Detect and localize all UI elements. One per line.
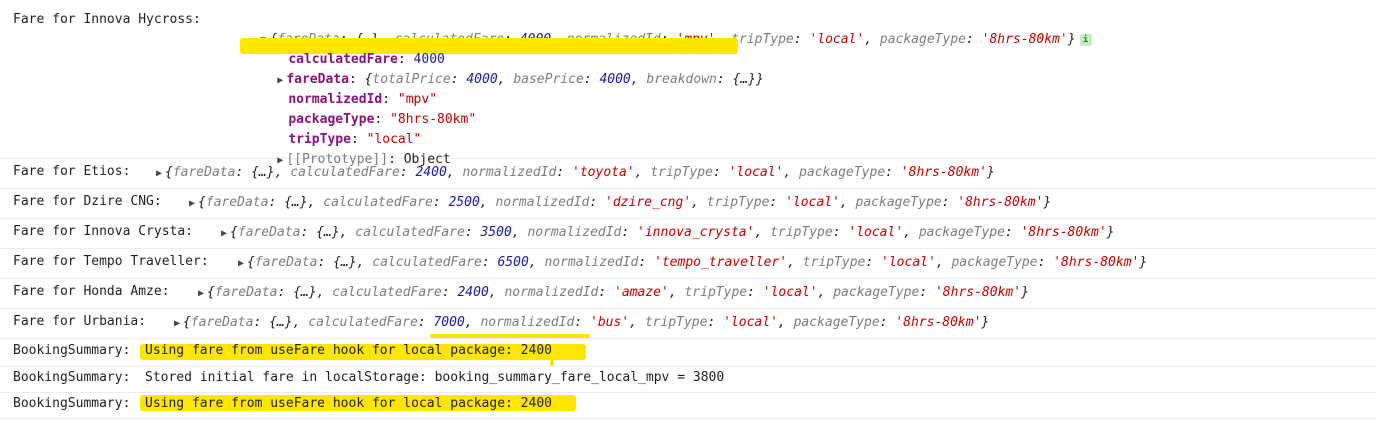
log-prefix: Fare for Innova Hycross: [13,12,209,27]
console-entry-fare: Fare for Innova Crysta: ▶ {fareData: {…},… [0,218,1376,249]
caret-right-icon[interactable]: ▶ [171,315,183,333]
caret-right-icon[interactable]: ▶ [153,165,165,183]
object-summary[interactable]: ▶ {fareData: {…}, calculatedFare: 3500, n… [218,224,1115,243]
console-entry-fare: Fare for Urbania: ▶ {fareData: {…}, calcu… [0,308,1376,339]
console-entry-booking: BookingSummary: Stored initial fare in l… [0,366,1376,393]
console-entry-innova-hycross: Fare for Innova Hycross: ▼{fareData: {…}… [0,0,1376,167]
caret-right-icon[interactable]: ▶ [235,255,247,273]
caret-right-icon[interactable]: ▶ [218,225,230,243]
info-icon[interactable]: i [1079,33,1092,46]
console-entry-fare: Fare for Dzire CNG: ▶ {fareData: {…}, cal… [0,188,1376,219]
log-prefix: BookingSummary: [13,396,139,411]
log-prefix: BookingSummary: [13,370,139,385]
console-entry-fare: Fare for Tempo Traveller: ▶ {fareData: {…… [0,248,1376,279]
console-entry-booking: BookingSummary: Using fare from useFare … [0,392,1376,419]
console-entry-fare: Fare for Honda Amze: ▶ {fareData: {…}, ca… [0,278,1376,309]
log-prefix: Fare for Honda Amze: [13,284,178,299]
log-message: Stored initial fare in localStorage: boo… [145,370,725,385]
log-prefix: Fare for Innova Crysta: [13,224,201,239]
log-prefix: Fare for Urbania: [13,314,154,329]
object-summary[interactable]: ▶ {fareData: {…}, calculatedFare: 7000, n… [171,314,989,333]
console-entry-fare: Fare for Etios: ▶ {fareData: {…}, calcula… [0,158,1376,189]
log-prefix: Fare for Etios: [13,164,139,179]
object-summary[interactable]: ▶ {fareData: {…}, calculatedFare: 2400, n… [153,164,995,183]
log-message: Using fare from useFare hook for local p… [145,396,552,411]
caret-right-icon[interactable]: ▶ [195,285,207,303]
log-message: Using fare from useFare hook for local p… [145,343,552,358]
console-entry-booking: BookingSummary: Using fare from useFare … [0,338,1376,367]
object-summary[interactable]: ▶ {fareData: {…}, calculatedFare: 2400, n… [195,284,1029,303]
caret-right-icon[interactable]: ▶ [186,195,198,213]
object-summary[interactable]: ▶ {fareData: {…}, calculatedFare: 6500, n… [235,254,1147,273]
object-summary[interactable]: ▶ {fareData: {…}, calculatedFare: 2500, n… [186,194,1051,213]
log-prefix: Fare for Tempo Traveller: [13,254,217,269]
log-prefix: BookingSummary: [13,343,139,358]
log-prefix: Fare for Dzire CNG: [13,194,170,209]
